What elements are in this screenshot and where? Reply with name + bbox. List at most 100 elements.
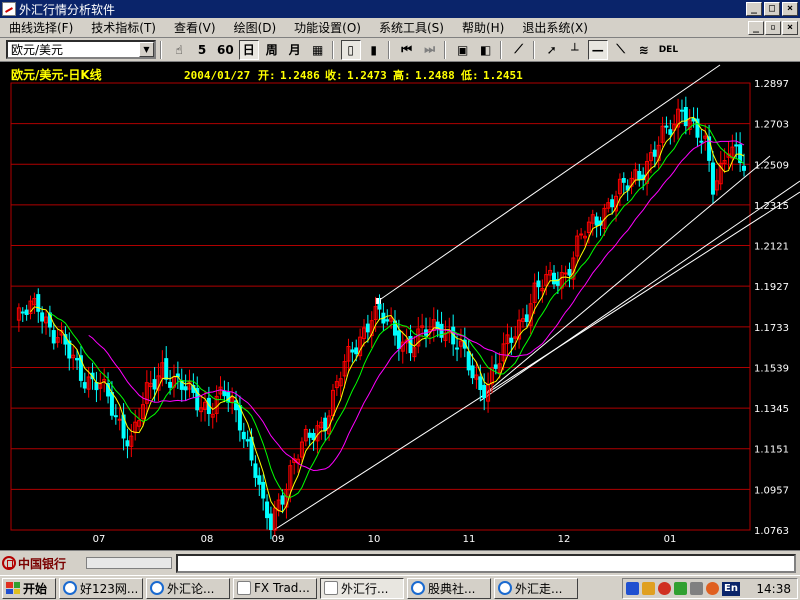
doc-restore-button[interactable]: ▫ xyxy=(765,21,781,35)
candle-body xyxy=(610,199,615,208)
y-tick-label: 1.2509 xyxy=(754,160,789,171)
status-bar: 中国银行 xyxy=(0,550,800,575)
fibonacci-icon[interactable]: ≋ xyxy=(634,40,654,60)
x-tick-label: 09 xyxy=(272,534,285,545)
display-icon[interactable] xyxy=(690,582,703,595)
candle-body xyxy=(466,351,471,371)
period-5-button[interactable]: 5 xyxy=(192,40,212,60)
candle-body xyxy=(245,439,250,442)
candle-body xyxy=(579,233,584,236)
messenger-icon[interactable] xyxy=(674,582,687,595)
symbol-dropdown[interactable]: 欧元/美元 ▼ xyxy=(6,40,156,59)
chevron-down-icon[interactable]: ▼ xyxy=(139,42,154,57)
language-indicator[interactable]: En xyxy=(722,581,740,596)
horizontal-scrollbar[interactable] xyxy=(86,557,172,569)
menu-help[interactable]: 帮助(H) xyxy=(453,19,513,36)
candle-body xyxy=(385,319,390,322)
maximize-button[interactable]: □ xyxy=(764,2,780,16)
x-tick-label: 01 xyxy=(664,534,677,545)
first-icon[interactable]: ⏮ xyxy=(397,40,417,60)
menu-settings[interactable]: 功能设置(O) xyxy=(285,19,370,36)
doc-close-button[interactable]: × xyxy=(782,21,798,35)
info-open-label: 开: xyxy=(258,69,276,82)
bank-name: 中国银行 xyxy=(18,556,67,571)
info-low: 1.2451 xyxy=(483,69,523,82)
taskbar-button-forex-trend[interactable]: 外汇走... xyxy=(494,577,578,599)
taskbar-button-forex-forum[interactable]: 外汇论... xyxy=(146,577,230,599)
y-tick-label: 1.2121 xyxy=(754,242,789,253)
trend-line-icon[interactable]: ⟍ xyxy=(611,40,631,60)
close-button[interactable]: × xyxy=(782,2,798,16)
period-month-button[interactable]: 月 xyxy=(285,40,305,60)
period-day-button[interactable]: 日 xyxy=(238,39,259,60)
menu-indicators[interactable]: 技术指标(T) xyxy=(82,19,165,36)
bar-left-icon[interactable]: ▯ xyxy=(340,39,361,60)
grid-icon[interactable]: ▦ xyxy=(308,40,328,60)
menu-curve-select[interactable]: 曲线选择(F) xyxy=(0,19,82,36)
taskbar-button-hao123[interactable]: 好123网... xyxy=(59,577,143,599)
period-60-button[interactable]: 60 xyxy=(215,40,236,60)
volume-icon[interactable] xyxy=(642,582,655,595)
window-b-icon[interactable]: ◧ xyxy=(476,40,496,60)
candle-body xyxy=(710,162,715,195)
info-high-label: 高: xyxy=(393,68,411,82)
period-week-button[interactable]: 周 xyxy=(262,40,282,60)
pointer-icon[interactable]: ➚ xyxy=(542,40,562,60)
toolbar: 欧元/美元 ▼ ☝ 5 60 日 周 月 ▦ ▯ ▮ ⏮ ⏭ ▣ ◧ ⟋ ➚ ┴… xyxy=(0,38,800,62)
candle-body xyxy=(75,357,80,361)
minimize-button[interactable]: _ xyxy=(746,2,762,16)
candle-body xyxy=(396,330,401,350)
ie-icon xyxy=(498,581,512,595)
y-tick-label: 1.2897 xyxy=(754,79,789,90)
window-title: 外汇行情分析软件 xyxy=(19,2,116,17)
candle-body xyxy=(311,432,316,441)
price-chart[interactable]: 1.2897 1.2703 1.2509 1.2315 1.2121 1.1927 1.17… xyxy=(0,62,800,550)
clock[interactable]: 14:38 xyxy=(756,582,791,596)
candle-body xyxy=(20,311,25,314)
taskbar-button-stock-club[interactable]: 股典社... xyxy=(407,577,491,599)
app-icon[interactable] xyxy=(2,2,16,16)
candle-body xyxy=(82,382,87,389)
doc-minimize-button[interactable]: _ xyxy=(748,21,764,35)
candle-body xyxy=(683,107,688,127)
candle-body xyxy=(280,495,285,505)
x-tick-label: 08 xyxy=(201,534,214,545)
horizontal-line-icon[interactable]: — xyxy=(587,39,608,60)
candle-body xyxy=(261,481,266,499)
x-tick-label: 11 xyxy=(463,534,476,545)
app-chart-icon xyxy=(324,581,338,595)
candle-body xyxy=(536,280,541,288)
chart-background xyxy=(0,62,800,550)
bar-right-icon[interactable]: ▮ xyxy=(364,40,384,60)
menu-view[interactable]: 查看(V) xyxy=(165,19,225,36)
menu-exit[interactable]: 退出系统(X) xyxy=(513,19,597,36)
taskbar-button-fx-trader[interactable]: FX Trad... xyxy=(233,577,317,599)
candle-body xyxy=(439,323,444,338)
info-close: 1.2473 xyxy=(347,69,387,82)
candle-body xyxy=(679,109,684,112)
start-button[interactable]: 开始 xyxy=(2,577,56,599)
line-chart-icon[interactable]: ⟋ xyxy=(509,40,529,60)
hand-icon[interactable]: ☝ xyxy=(169,40,189,60)
candle-body xyxy=(350,349,355,353)
candle-body xyxy=(268,513,273,531)
ohlc-info: 2004/01/27 开: 1.2486 收: 1.2473 高: 1.2488… xyxy=(184,68,523,82)
last-icon[interactable]: ⏭ xyxy=(420,40,440,60)
toolbar-separator xyxy=(387,40,390,59)
delete-button[interactable]: DEL xyxy=(657,40,680,60)
candle-body xyxy=(109,392,114,416)
candle-body xyxy=(567,269,572,276)
network-icon[interactable] xyxy=(626,582,639,595)
info-low-label: 低: xyxy=(460,68,479,82)
crosshair-icon[interactable]: ┴ xyxy=(565,40,585,60)
window-a-icon[interactable]: ▣ xyxy=(453,40,473,60)
taskbar-button-forex-quotes[interactable]: 外汇行... xyxy=(320,577,404,599)
antivirus-icon[interactable] xyxy=(658,582,671,595)
update-icon[interactable] xyxy=(706,582,719,595)
menu-draw[interactable]: 绘图(D) xyxy=(225,19,286,36)
y-tick-label: 1.1927 xyxy=(754,282,789,293)
candle-body xyxy=(226,392,231,403)
candle-body xyxy=(377,303,382,310)
menu-system-tools[interactable]: 系统工具(S) xyxy=(370,19,453,36)
bank-logo: 中国银行 xyxy=(2,554,66,572)
